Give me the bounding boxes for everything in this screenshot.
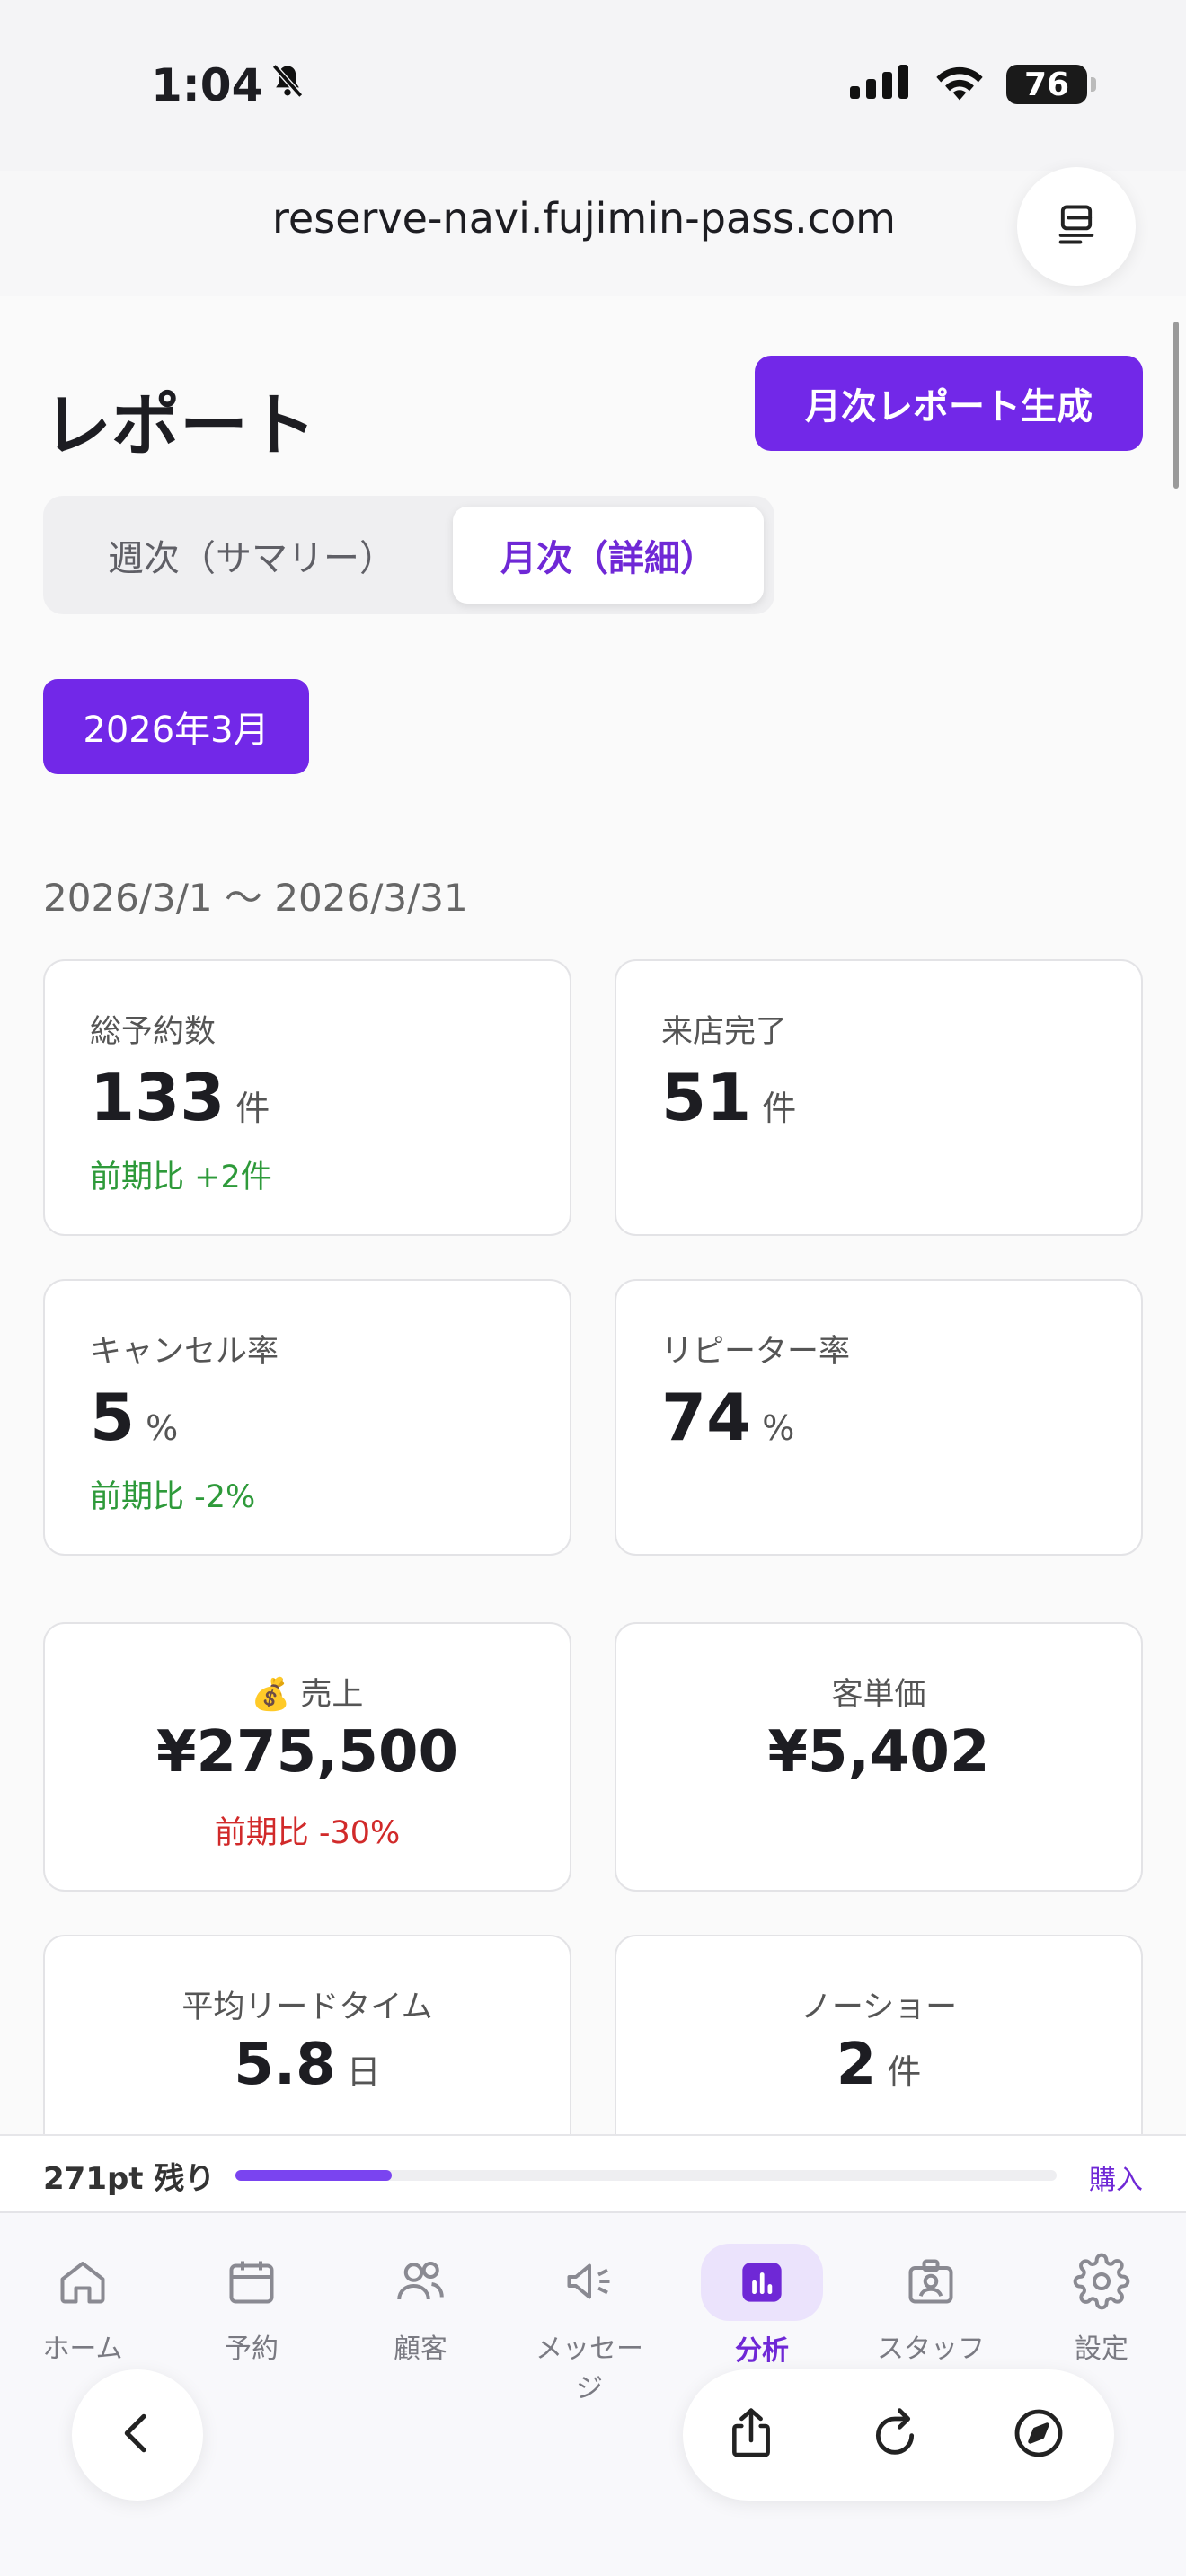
stat-card-sales: 💰 売上 ¥275,500 前期比 -30% xyxy=(43,1622,571,1892)
stat-delta: 前期比 -30% xyxy=(214,1815,401,1851)
tab-analytics[interactable]: 分析 xyxy=(699,2244,825,2368)
status-time: 1:04 xyxy=(151,59,307,111)
stat-value: 133 件 xyxy=(90,1060,270,1135)
date-range: 2026/3/1 〜 2026/3/31 xyxy=(43,876,468,920)
badge-icon xyxy=(893,2244,969,2319)
stat-label: リピーター率 xyxy=(661,1334,851,1370)
address-bar-url[interactable]: reserve-navi.fujimin-pass.com xyxy=(0,194,1186,243)
stat-label: キャンセル率 xyxy=(90,1334,279,1370)
chevron-left-icon xyxy=(112,2408,163,2462)
stat-card-lead-time: 平均リードタイム 5.8 日 xyxy=(43,1935,571,2168)
wifi-icon xyxy=(933,63,987,106)
stat-unit: 件 xyxy=(235,1089,270,1128)
tab-staff[interactable]: スタッフ xyxy=(868,2244,994,2366)
stat-label: 客単価 xyxy=(831,1677,926,1713)
home-icon xyxy=(45,2244,120,2319)
status-bar: 1:04 76 xyxy=(0,0,1186,171)
calendar-icon xyxy=(214,2244,289,2319)
tabs-icon xyxy=(1053,201,1100,251)
stat-unit: % xyxy=(762,1408,795,1448)
tab-settings[interactable]: 設定 xyxy=(1039,2244,1164,2366)
month-selector-chip[interactable]: 2026年3月 xyxy=(43,679,309,774)
stat-card-total-reservations: 総予約数 133 件 前期比 +2件 xyxy=(43,959,571,1236)
segment-monthly[interactable]: 月次（詳細） xyxy=(453,507,764,604)
tab-home[interactable]: ホーム xyxy=(20,2244,146,2366)
browser-actions xyxy=(683,2369,1114,2501)
points-bar: 271pt 残り 購入 xyxy=(0,2134,1186,2211)
points-remaining: 271pt 残り xyxy=(43,2161,216,2197)
stat-unit: 日 xyxy=(346,2052,381,2092)
stat-label: 来店完了 xyxy=(661,1014,788,1050)
bell-slash-icon xyxy=(268,59,307,111)
compass-button[interactable] xyxy=(1003,2399,1075,2471)
stat-label: 総予約数 xyxy=(90,1014,217,1050)
compass-icon xyxy=(1010,2404,1067,2466)
stat-delta: 前期比 +2件 xyxy=(90,1160,272,1195)
stat-label: ノーショー xyxy=(800,1989,958,2025)
gear-icon xyxy=(1064,2244,1139,2319)
stat-unit: % xyxy=(146,1408,179,1448)
tab-messages[interactable]: メッセージ xyxy=(527,2244,652,2405)
tab-customers[interactable]: 顧客 xyxy=(358,2244,483,2366)
points-progress-track xyxy=(235,2170,1057,2181)
generate-monthly-report-button[interactable]: 月次レポート生成 xyxy=(755,356,1143,451)
scroll-indicator[interactable] xyxy=(1173,322,1179,489)
battery-indicator: 76 xyxy=(1006,65,1096,104)
stat-value: 51 件 xyxy=(661,1060,797,1135)
stat-delta: 前期比 -2% xyxy=(90,1479,256,1515)
money-bag-icon: 💰 xyxy=(251,1677,291,1713)
stat-label: 平均リードタイム xyxy=(181,1989,433,2025)
report-type-segmented-control: 週次（サマリー） 月次（詳細） xyxy=(43,496,774,614)
stat-card-average-spend: 客単価 ¥5,402 xyxy=(615,1622,1143,1892)
share-icon xyxy=(722,2404,780,2466)
stat-unit: 件 xyxy=(762,1089,797,1128)
browser-back-button[interactable] xyxy=(72,2369,203,2501)
stat-value: 5.8 日 xyxy=(234,2032,381,2098)
segment-weekly[interactable]: 週次（サマリー） xyxy=(54,507,449,604)
stat-unit: 件 xyxy=(887,2052,922,2092)
reload-button[interactable] xyxy=(859,2399,931,2471)
stat-value: 2件 xyxy=(836,2032,922,2098)
points-progress-fill xyxy=(235,2170,392,2181)
reload-icon xyxy=(866,2404,924,2466)
buy-points-link[interactable]: 購入 xyxy=(1089,2157,1143,2197)
tab-reservations[interactable]: 予約 xyxy=(189,2244,314,2366)
cellular-signal-icon xyxy=(850,65,913,104)
stat-value: ¥5,402 xyxy=(767,1719,990,1786)
stat-value: 5% xyxy=(90,1380,179,1455)
stat-card-cancel-rate: キャンセル率 5% 前期比 -2% xyxy=(43,1279,571,1556)
stat-value: 74% xyxy=(661,1380,795,1455)
stat-value: ¥275,500 xyxy=(155,1719,459,1786)
users-icon xyxy=(383,2244,458,2319)
stat-card-visits-completed: 来店完了 51 件 xyxy=(615,959,1143,1236)
status-indicators: 76 xyxy=(850,63,1096,106)
page-title: レポート xyxy=(43,385,316,465)
stat-card-repeater-rate: リピーター率 74% xyxy=(615,1279,1143,1556)
stat-card-no-show: ノーショー 2件 xyxy=(615,1935,1143,2168)
share-button[interactable] xyxy=(715,2399,787,2471)
tab-overview-button[interactable] xyxy=(1017,167,1136,286)
megaphone-icon xyxy=(552,2244,627,2319)
stat-label: 💰 売上 xyxy=(251,1677,364,1713)
chart-icon xyxy=(701,2244,823,2321)
